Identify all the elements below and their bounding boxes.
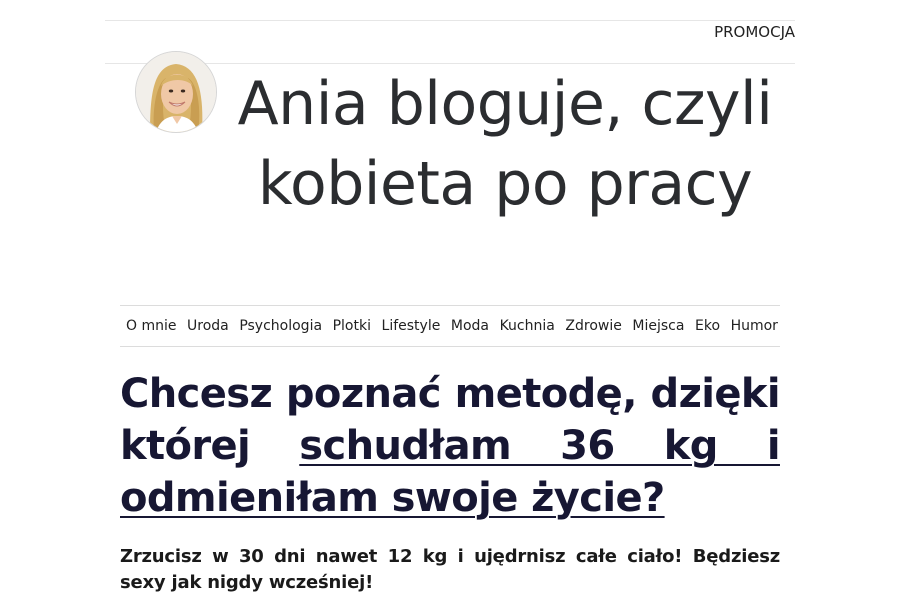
- author-photo-icon: [136, 52, 216, 132]
- main-nav: O mnie Uroda Psychologia Plotki Lifestyl…: [120, 305, 780, 347]
- nav-item-plotki[interactable]: Plotki: [333, 318, 371, 334]
- top-bar: PROMOCJA: [105, 20, 795, 64]
- nav-item-eko[interactable]: Eko: [695, 318, 720, 334]
- article-headline: Chcesz poznać metodę, dzięki której schu…: [120, 368, 781, 524]
- nav-item-moda[interactable]: Moda: [451, 318, 489, 334]
- nav-item-psychologia[interactable]: Psychologia: [239, 318, 322, 334]
- promo-link[interactable]: PROMOCJA: [714, 22, 795, 42]
- nav-item-uroda[interactable]: Uroda: [187, 318, 229, 334]
- nav-item-lifestyle[interactable]: Lifestyle: [382, 318, 441, 334]
- nav-item-o-mnie[interactable]: O mnie: [126, 318, 176, 334]
- nav-item-zdrowie[interactable]: Zdrowie: [565, 318, 621, 334]
- site-title[interactable]: Ania bloguje, czyli kobieta po pracy: [230, 64, 780, 224]
- nav-item-kuchnia[interactable]: Kuchnia: [500, 318, 555, 334]
- nav-item-humor[interactable]: Humor: [731, 318, 778, 334]
- nav-item-miejsca[interactable]: Miejsca: [632, 318, 684, 334]
- author-avatar[interactable]: [135, 51, 217, 133]
- article-lead: Zrzucisz w 30 dni nawet 12 kg i ujędrnis…: [120, 546, 780, 593]
